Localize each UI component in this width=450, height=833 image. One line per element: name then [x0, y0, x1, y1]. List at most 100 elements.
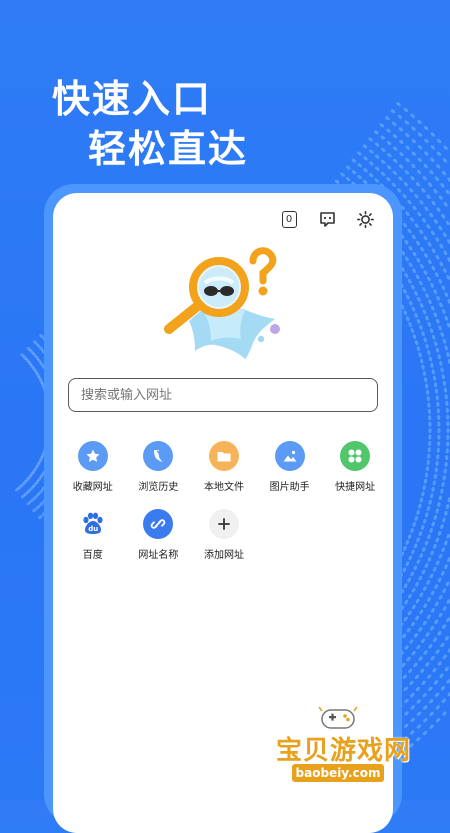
decorative-dot	[357, 163, 362, 168]
decorative-dot	[392, 134, 398, 139]
shortcut-baidu[interactable]: du 百度	[60, 509, 126, 561]
decorative-dot	[427, 534, 431, 540]
decorative-dot	[403, 222, 408, 228]
decorative-dot	[403, 288, 407, 294]
decorative-dot	[415, 686, 421, 692]
shortcut-image-helper[interactable]: 图片助手	[257, 441, 323, 493]
decorative-dot	[417, 132, 423, 137]
decorative-dot	[419, 553, 424, 559]
assistant-button[interactable]	[317, 209, 337, 229]
decorative-dot	[440, 642, 445, 648]
decorative-dot	[403, 107, 408, 112]
decorative-dot	[420, 524, 425, 531]
decorative-dot	[423, 337, 427, 343]
decorative-dot	[430, 132, 435, 137]
decorative-dot	[430, 362, 434, 368]
decorative-dot	[421, 364, 425, 370]
decorative-dot	[429, 573, 434, 579]
decorative-dot	[407, 278, 412, 284]
decorative-dot	[410, 217, 415, 222]
decorative-dot	[436, 408, 441, 414]
decorative-dot	[437, 577, 442, 583]
decorative-dot	[424, 472, 429, 478]
search-input[interactable]	[68, 378, 378, 412]
decorative-dot	[442, 380, 447, 386]
decorative-dot	[438, 612, 443, 618]
decorative-dot	[410, 176, 415, 181]
decorative-dot	[442, 624, 446, 629]
decorative-dot	[427, 556, 432, 562]
decorative-dot	[433, 382, 438, 388]
decorative-dot	[446, 421, 450, 427]
shortcut-site-name[interactable]: 网址名称	[126, 509, 192, 561]
decorative-dot	[422, 176, 427, 181]
decorative-dot	[445, 407, 450, 413]
decorative-dot	[418, 575, 423, 581]
decorative-dot	[441, 170, 446, 176]
decorative-dot	[407, 577, 411, 583]
decorative-dot	[402, 633, 407, 639]
decorative-dot	[423, 235, 428, 241]
plus-icon	[208, 509, 239, 539]
decorative-dot	[438, 195, 443, 200]
decorative-dot	[423, 253, 428, 258]
decorative-dot	[435, 347, 440, 353]
decorative-dot	[426, 459, 430, 465]
baidu-paw-icon: du	[77, 509, 108, 539]
decorative-dot	[436, 401, 440, 407]
shortcut-history[interactable]: 浏览历史	[126, 441, 192, 493]
decorative-dot	[432, 375, 437, 381]
decorative-dot	[368, 149, 374, 154]
decorative-dot	[403, 616, 408, 622]
decorative-dot	[431, 334, 436, 340]
decorative-dot	[425, 632, 430, 637]
shortcut-local-files[interactable]: 本地文件	[191, 441, 257, 493]
decorative-dot	[445, 635, 449, 641]
decorative-dot	[340, 172, 345, 177]
decorative-dot	[446, 352, 450, 358]
decorative-dot	[430, 550, 434, 556]
decorative-dot	[446, 414, 450, 420]
decorative-dot	[442, 158, 447, 163]
decorative-dot	[439, 261, 444, 267]
decorative-dot	[428, 499, 432, 505]
decorative-dot	[417, 211, 422, 217]
decorative-dot	[412, 521, 416, 528]
decorative-dot	[424, 540, 429, 546]
decorative-dot	[436, 454, 440, 460]
decorative-dot	[442, 654, 447, 660]
shortcut-add-site[interactable]: 添加网址	[191, 509, 257, 561]
decorative-dot	[403, 182, 409, 187]
decorative-dot	[442, 338, 446, 344]
history-icon	[143, 441, 174, 471]
decorative-dot	[440, 524, 444, 530]
decorative-dot	[435, 537, 440, 543]
settings-button[interactable]	[355, 209, 375, 229]
decorative-dot	[392, 170, 397, 176]
decorative-dot	[380, 171, 386, 176]
decorative-dot	[421, 331, 425, 337]
decorative-dot	[425, 293, 429, 299]
decorative-dot	[386, 177, 391, 182]
decorative-dot	[414, 193, 419, 199]
sun-settings-icon	[356, 210, 374, 228]
decorative-dot	[419, 263, 424, 269]
decorative-dot	[446, 533, 450, 539]
decorative-dot	[440, 183, 445, 188]
decorative-dot	[431, 486, 435, 492]
decorative-dot	[426, 194, 431, 199]
decorative-dot	[404, 273, 409, 278]
shortcut-quick-sites[interactable]: 快捷网址	[322, 441, 388, 493]
decorative-dot	[407, 534, 412, 539]
decorative-dot	[425, 389, 430, 395]
decorative-dot	[447, 239, 450, 244]
decorative-dot	[444, 394, 448, 400]
decorative-dot	[414, 674, 420, 680]
decorative-dot	[446, 434, 450, 440]
decorative-dot	[445, 581, 450, 587]
decorative-dot	[406, 627, 411, 633]
tabs-button[interactable]: 0	[279, 209, 299, 229]
shortcut-favorites[interactable]: 收藏网址	[60, 441, 126, 493]
decorative-dot	[445, 400, 449, 407]
decorative-dot	[443, 387, 448, 393]
